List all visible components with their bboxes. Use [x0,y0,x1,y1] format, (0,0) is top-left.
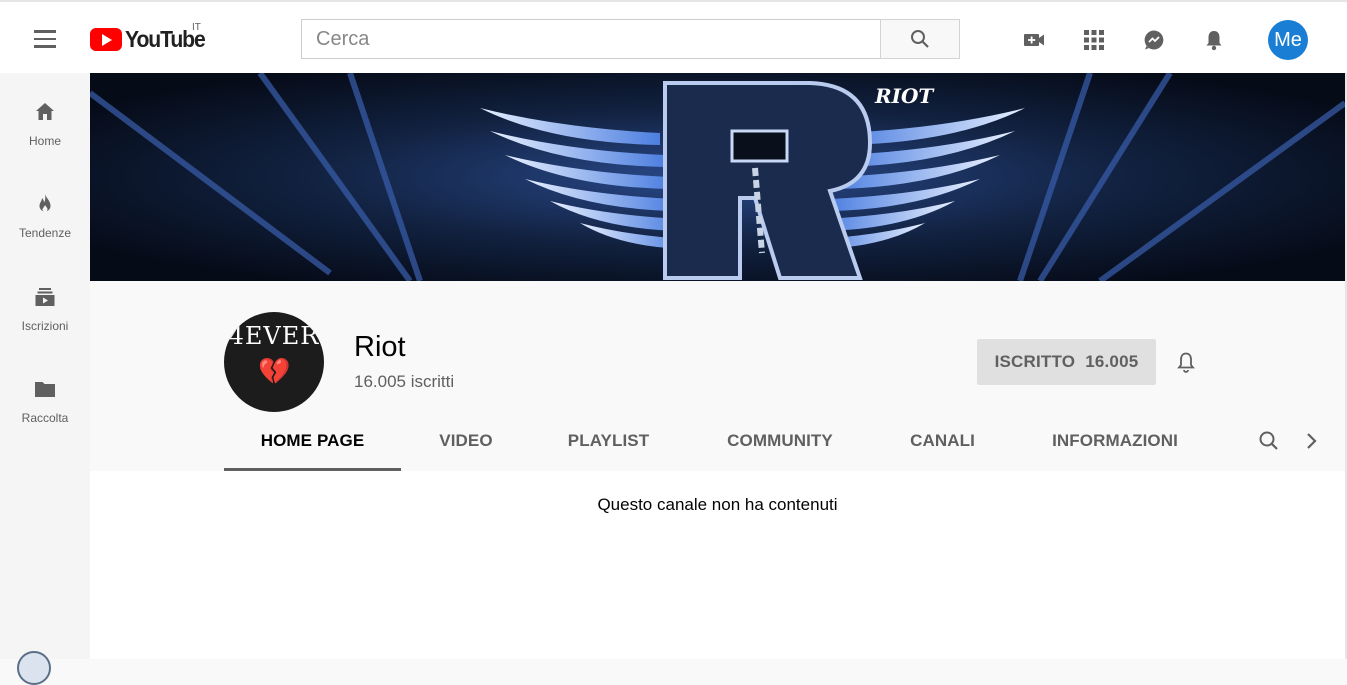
apps-grid-icon[interactable] [1074,20,1114,60]
search-button[interactable] [880,19,960,59]
subscriptions-icon [33,285,57,309]
upload-video-icon[interactable] [1014,20,1054,60]
tab-about[interactable]: INFORMAZIONI [1032,424,1198,471]
channel-banner: RIOT [90,73,1345,281]
sidebar: Home Tendenze Iscrizioni Raccolta [0,73,90,685]
notification-bell-button[interactable] [1171,347,1201,377]
subscribed-button[interactable]: ISCRITTO 16.005 [977,339,1156,385]
tab-home[interactable]: HOME PAGE [224,424,401,471]
channel-avatar[interactable]: 4EVER 💔 [224,312,324,412]
flame-icon [33,192,57,216]
subscribed-count: 16.005 [1085,352,1139,371]
search-bar [301,19,960,59]
channel-name: Riot [354,331,406,363]
sidebar-item-label: Iscrizioni [21,319,69,333]
channel-header: 4EVER 💔 Riot 16.005 iscritti ISCRITTO 16… [90,281,1347,471]
subscribed-label: ISCRITTO [994,352,1076,371]
tab-channels[interactable]: CANALI [884,424,1001,471]
messages-icon[interactable] [1134,20,1174,60]
sidebar-item-label: Raccolta [21,411,69,425]
channel-avatar-text: 4EVER [228,322,320,350]
channel-search-icon[interactable] [1258,430,1280,452]
empty-channel-message: Questo canale non ha contenuti [597,495,838,514]
broken-heart-icon: 💔 [258,356,291,386]
sidebar-item-subscriptions[interactable]: Iscrizioni [0,258,90,338]
sidebar-item-library[interactable]: Raccolta [0,350,90,430]
tab-community[interactable]: COMMUNITY [704,424,856,471]
chevron-right-icon[interactable] [1301,430,1323,452]
header-actions [1014,20,1254,60]
hamburger-menu-icon[interactable] [26,20,64,58]
channel-content: Questo canale non ha contenuti [90,471,1347,659]
subscriber-count: 16.005 iscritti [354,372,455,391]
sidebar-item-trending[interactable]: Tendenze [0,165,90,245]
home-icon [33,100,57,124]
sidebar-item-home[interactable]: Home [0,73,90,153]
tab-playlists[interactable]: PLAYLIST [542,424,675,471]
sidebar-item-label: Tendenze [18,226,72,240]
banner-art: RIOT [90,73,1345,281]
sidebar-avatar[interactable] [17,651,51,685]
bell-outline-icon [1177,352,1195,373]
sidebar-item-label: Home [28,134,61,148]
tab-videos[interactable]: VIDEO [414,424,518,471]
youtube-logo[interactable]: YouTube IT [90,22,212,52]
folder-icon [33,377,57,401]
notifications-bell-icon[interactable] [1194,20,1234,60]
country-code: IT [192,22,201,33]
banner-brand-text: RIOT [874,84,935,108]
top-bar: YouTube IT Cerca Me [0,0,1347,73]
account-avatar[interactable]: Me [1268,20,1308,60]
search-icon [911,30,929,48]
search-input[interactable] [301,19,880,59]
youtube-play-icon [90,27,122,51]
